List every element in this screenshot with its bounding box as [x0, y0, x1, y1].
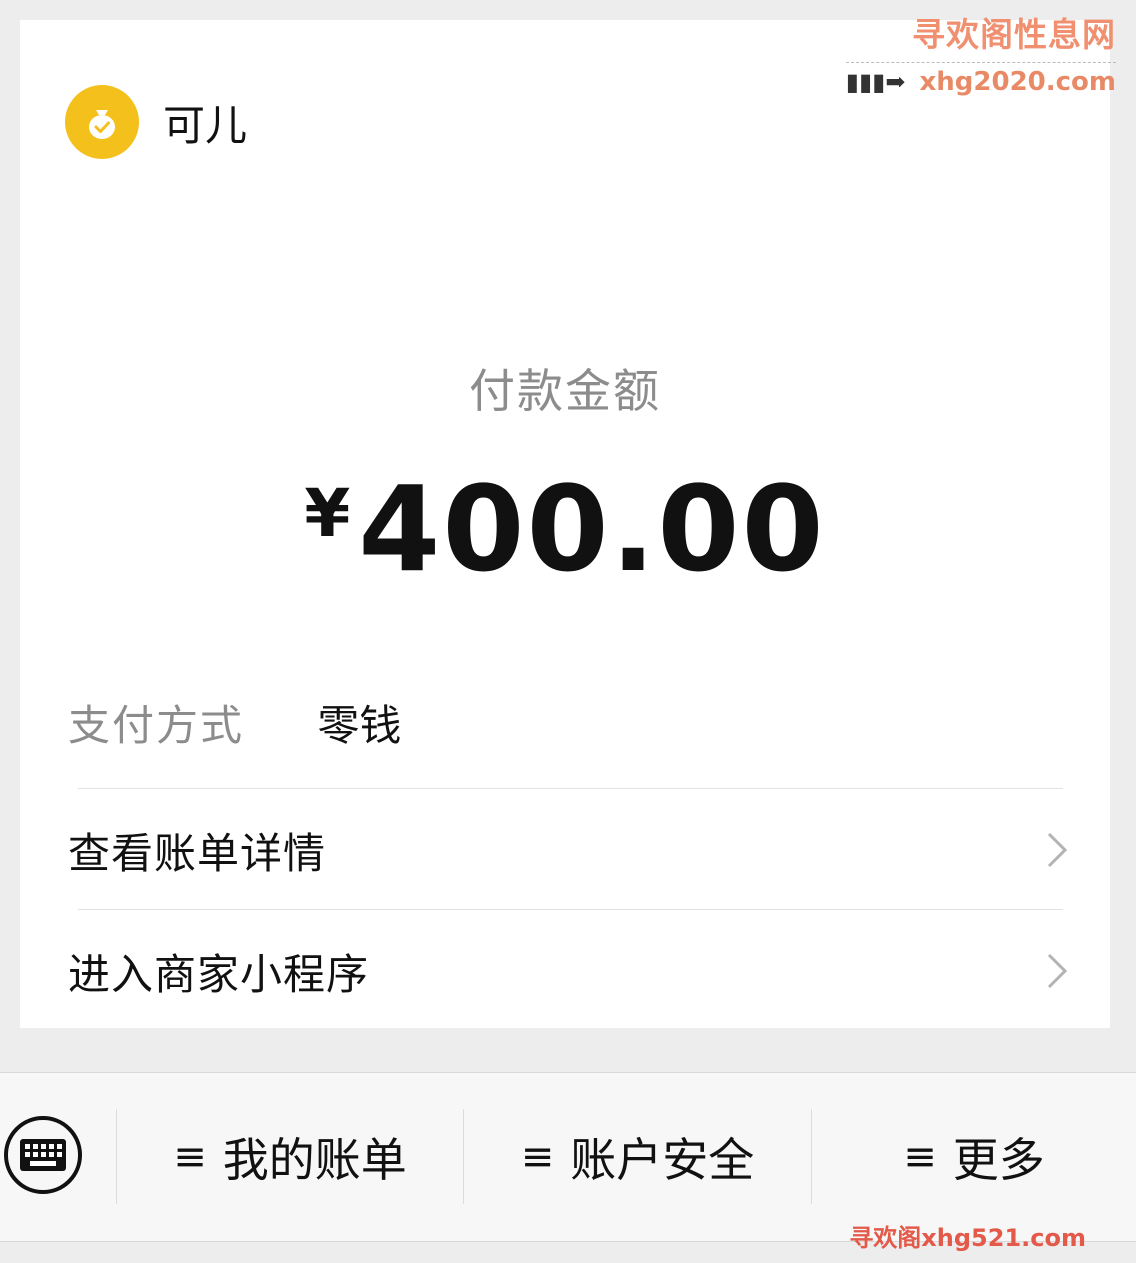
menu-my-bills[interactable]: ≡ 我的账单	[117, 1109, 463, 1204]
bottom-menu-bar: ≡ 我的账单 ≡ 账户安全 ≡ 更多	[0, 1072, 1136, 1242]
currency-symbol: ¥	[304, 475, 351, 552]
watermark-bottom: 寻欢阁xhg521.com	[849, 1224, 1086, 1252]
arrow-icon: ▮▮▮➡	[845, 68, 906, 96]
keyboard-icon[interactable]	[4, 1116, 82, 1194]
watermark-url-row: ▮▮▮➡ xhg2020.com	[845, 62, 1117, 97]
merchant-mini-program-label: 进入商家小程序	[68, 949, 370, 999]
chevron-right-icon	[1047, 953, 1068, 989]
amount-label: 付款金额	[469, 364, 661, 418]
divider	[78, 788, 1063, 789]
menu-lines-icon: ≡	[173, 1133, 207, 1180]
menu-label: 我的账单	[222, 1132, 407, 1187]
merchant-header: 可儿	[65, 85, 247, 159]
watermark-top: 寻欢阁性息网 ▮▮▮➡ xhg2020.com	[845, 8, 1117, 97]
divider	[78, 909, 1063, 910]
money-bag-icon	[65, 85, 139, 159]
payment-card: 可儿 付款金额 ¥400.00 支付方式 零钱 查看账单详情 进入商家小程序	[20, 20, 1110, 1028]
payment-amount: ¥400.00	[20, 460, 1110, 598]
payment-method-row: 支付方式 零钱	[68, 692, 401, 753]
menu-more[interactable]: ≡ 更多	[812, 1109, 1136, 1204]
payment-method-label: 支付方式	[68, 701, 245, 750]
view-bill-details-link[interactable]: 查看账单详情	[68, 795, 1068, 905]
view-bill-details-label: 查看账单详情	[68, 828, 327, 878]
menu-label: 更多	[952, 1132, 1045, 1187]
menu-label: 账户安全	[570, 1132, 755, 1187]
chevron-right-icon	[1047, 832, 1068, 868]
payment-method-value: 零钱	[317, 701, 402, 750]
merchant-name: 可儿	[163, 100, 248, 150]
menu-lines-icon: ≡	[520, 1133, 555, 1180]
merchant-mini-program-link[interactable]: 进入商家小程序	[68, 916, 1068, 1026]
menu-lines-icon: ≡	[903, 1133, 937, 1180]
watermark-title: 寻欢阁性息网	[912, 15, 1116, 54]
watermark-url: xhg2020.com	[919, 67, 1117, 97]
menu-account-security[interactable]: ≡ 账户安全	[464, 1109, 811, 1204]
amount-value: 400.00	[358, 460, 826, 598]
